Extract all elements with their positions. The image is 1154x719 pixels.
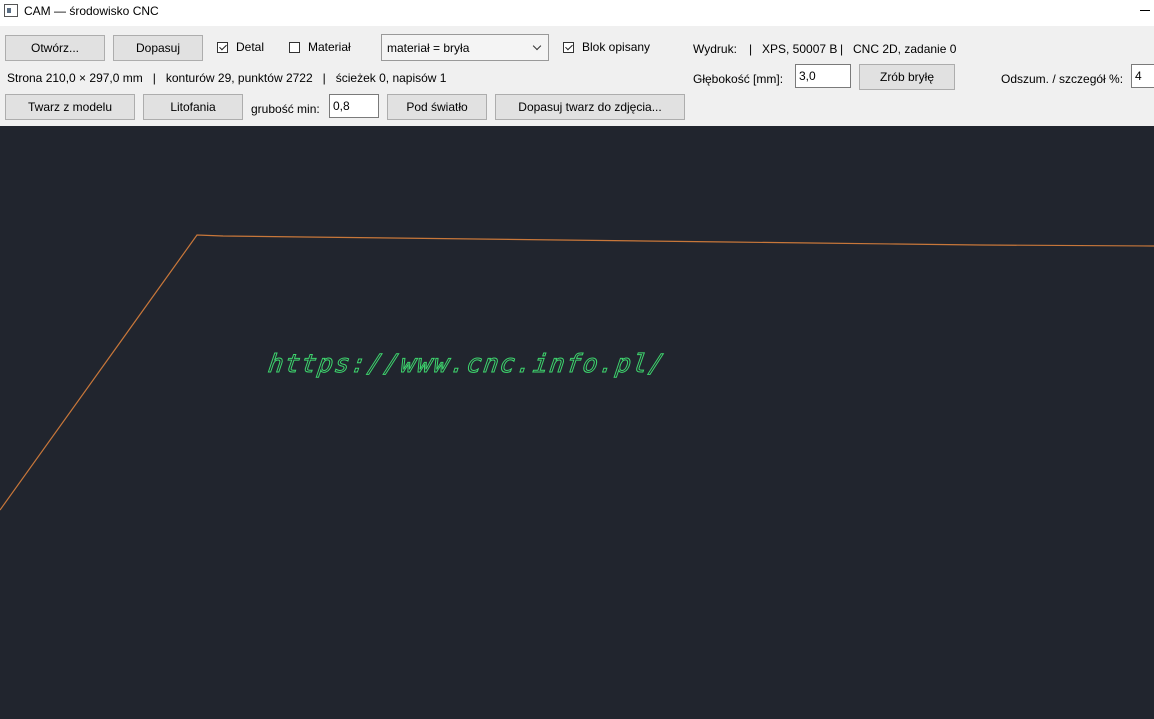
fit-face-to-photo-button[interactable]: Dopasuj twarz do zdjęcia... bbox=[495, 94, 685, 120]
engraving-text: https://www.cnc.info.pl/ bbox=[267, 349, 668, 378]
print-separator-2: | bbox=[840, 42, 844, 56]
app-window-icon bbox=[4, 4, 18, 17]
material-mode-select[interactable]: materiał = bryła bbox=[381, 34, 549, 61]
material-checkbox-box[interactable] bbox=[289, 41, 300, 53]
title-bar: CAM — środowisko CNC bbox=[0, 0, 1154, 26]
canvas-drawing: https://www.cnc.info.pl/ bbox=[0, 234, 1154, 511]
denoise-label: Odszum. / szczegół %: bbox=[1001, 72, 1124, 86]
block-described-checkbox-box[interactable] bbox=[563, 41, 574, 53]
page-info-status: Strona 210,0 × 297,0 mm | konturów 29, p… bbox=[7, 71, 447, 85]
min-thickness-label: grubość min: bbox=[251, 102, 320, 116]
print-info: XPS, 50007 B bbox=[762, 42, 838, 56]
face-from-model-button[interactable]: Twarz z modelu bbox=[5, 94, 135, 120]
lithophane-button[interactable]: Litofania bbox=[143, 94, 243, 120]
minimize-icon[interactable] bbox=[1140, 10, 1150, 11]
denoise-input[interactable] bbox=[1131, 64, 1154, 88]
chevron-down-icon bbox=[532, 41, 542, 51]
detail-checkbox-label: Detal bbox=[236, 40, 265, 54]
detail-checkbox[interactable]: Detal bbox=[217, 38, 264, 56]
toolbar: Otwórz... Dopasuj Detal Materiał materia… bbox=[0, 26, 1154, 126]
backlight-button[interactable]: Pod światło bbox=[387, 94, 487, 120]
print-separator-1: | bbox=[749, 42, 753, 56]
fit-button[interactable]: Dopasuj bbox=[113, 35, 203, 61]
block-described-checkbox-label: Blok opisany bbox=[582, 40, 651, 54]
mode-info: CNC 2D, zadanie 0 bbox=[853, 42, 957, 56]
print-label: Wydruk: bbox=[693, 42, 737, 56]
depth-label: Głębokość [mm]: bbox=[693, 72, 784, 86]
material-checkbox-label: Materiał bbox=[308, 40, 351, 54]
window-title: CAM — środowisko CNC bbox=[24, 4, 159, 18]
material-mode-select-value: materiał = bryła bbox=[387, 41, 470, 55]
drawing-canvas[interactable]: https://www.cnc.info.pl/ bbox=[0, 126, 1154, 719]
block-described-checkbox[interactable]: Blok opisany bbox=[563, 38, 650, 56]
min-thickness-input[interactable] bbox=[329, 94, 379, 118]
detail-checkbox-box[interactable] bbox=[217, 41, 228, 53]
open-button[interactable]: Otwórz... bbox=[5, 35, 105, 61]
material-checkbox[interactable]: Materiał bbox=[289, 38, 351, 56]
depth-input[interactable] bbox=[795, 64, 851, 88]
make-solid-button[interactable]: Zrób bryłę bbox=[859, 64, 955, 90]
